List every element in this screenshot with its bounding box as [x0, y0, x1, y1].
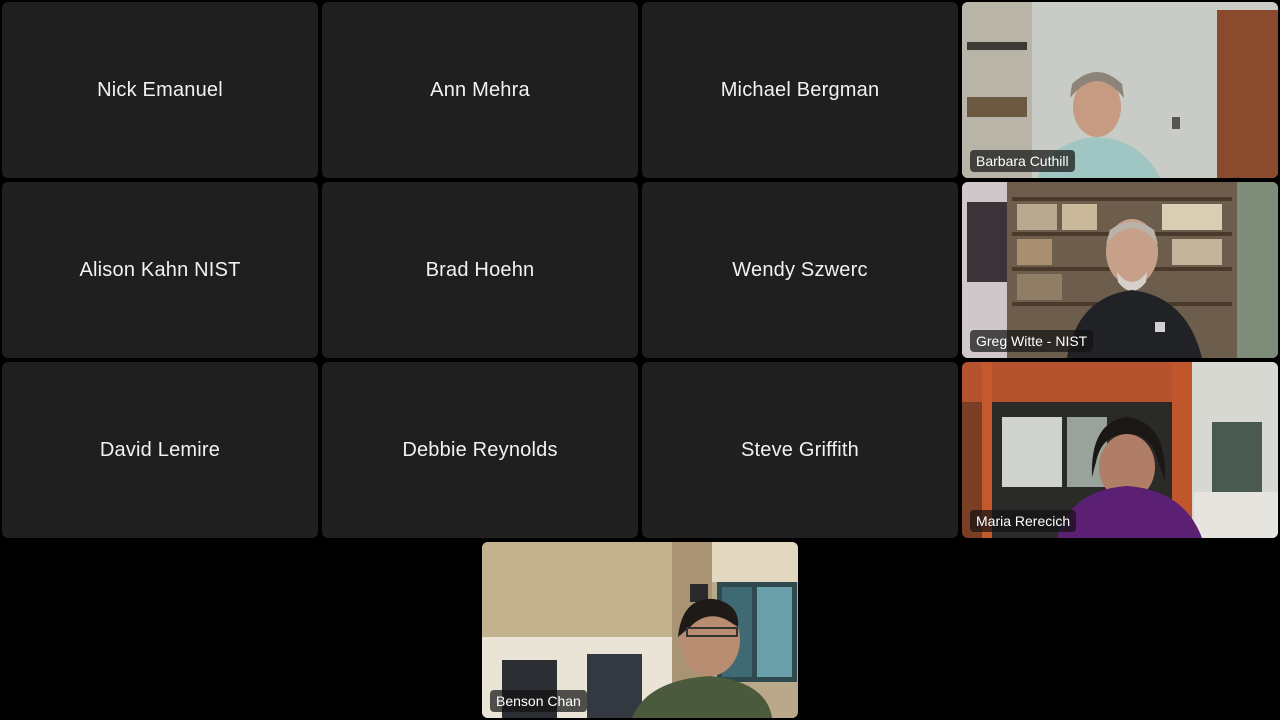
participant-tile-nick-emanuel[interactable]: Nick Emanuel [2, 2, 318, 178]
participant-name-tag: Benson Chan [490, 690, 587, 712]
participant-name: Nick Emanuel [97, 78, 223, 101]
participant-tile-ann-mehra[interactable]: Ann Mehra [322, 2, 638, 178]
participant-tile-alison-kahn[interactable]: Alison Kahn NIST [2, 182, 318, 358]
participant-tile-benson-chan[interactable]: Benson Chan [482, 542, 798, 718]
participant-name: Debbie Reynolds [402, 438, 558, 461]
participant-tile-david-lemire[interactable]: David Lemire [2, 362, 318, 538]
participant-name: David Lemire [99, 438, 221, 461]
participant-tile-barbara-cuthill[interactable]: Barbara Cuthill [962, 2, 1278, 178]
participant-tile-greg-witte[interactable]: Greg Witte - NIST [962, 182, 1278, 358]
participant-tile-wendy-szwerc[interactable]: Wendy Szwerc [642, 182, 958, 358]
participant-tile-debbie-reynolds[interactable]: Debbie Reynolds [322, 362, 638, 538]
participant-tile-maria-rerecich[interactable]: Maria Rerecich [962, 362, 1278, 538]
video-grid: Nick Emanuel Ann Mehra Michael Bergman B… [0, 0, 1280, 720]
participant-name: Alison Kahn NIST [79, 258, 241, 281]
participant-name-tag: Greg Witte - NIST [970, 330, 1094, 352]
participant-name: Ann Mehra [430, 78, 530, 101]
participant-tile-michael-bergman[interactable]: Michael Bergman [642, 2, 958, 178]
participant-tile-brad-hoehn[interactable]: Brad Hoehn [322, 182, 638, 358]
participant-name-tag: Maria Rerecich [970, 510, 1077, 532]
participant-name: Wendy Szwerc [732, 258, 868, 281]
participant-name-tag: Barbara Cuthill [970, 150, 1075, 172]
participant-name: Steve Griffith [740, 438, 860, 461]
participant-name: Michael Bergman [720, 78, 880, 101]
participant-name: Brad Hoehn [425, 258, 535, 281]
participant-tile-steve-griffith[interactable]: Steve Griffith [642, 362, 958, 538]
